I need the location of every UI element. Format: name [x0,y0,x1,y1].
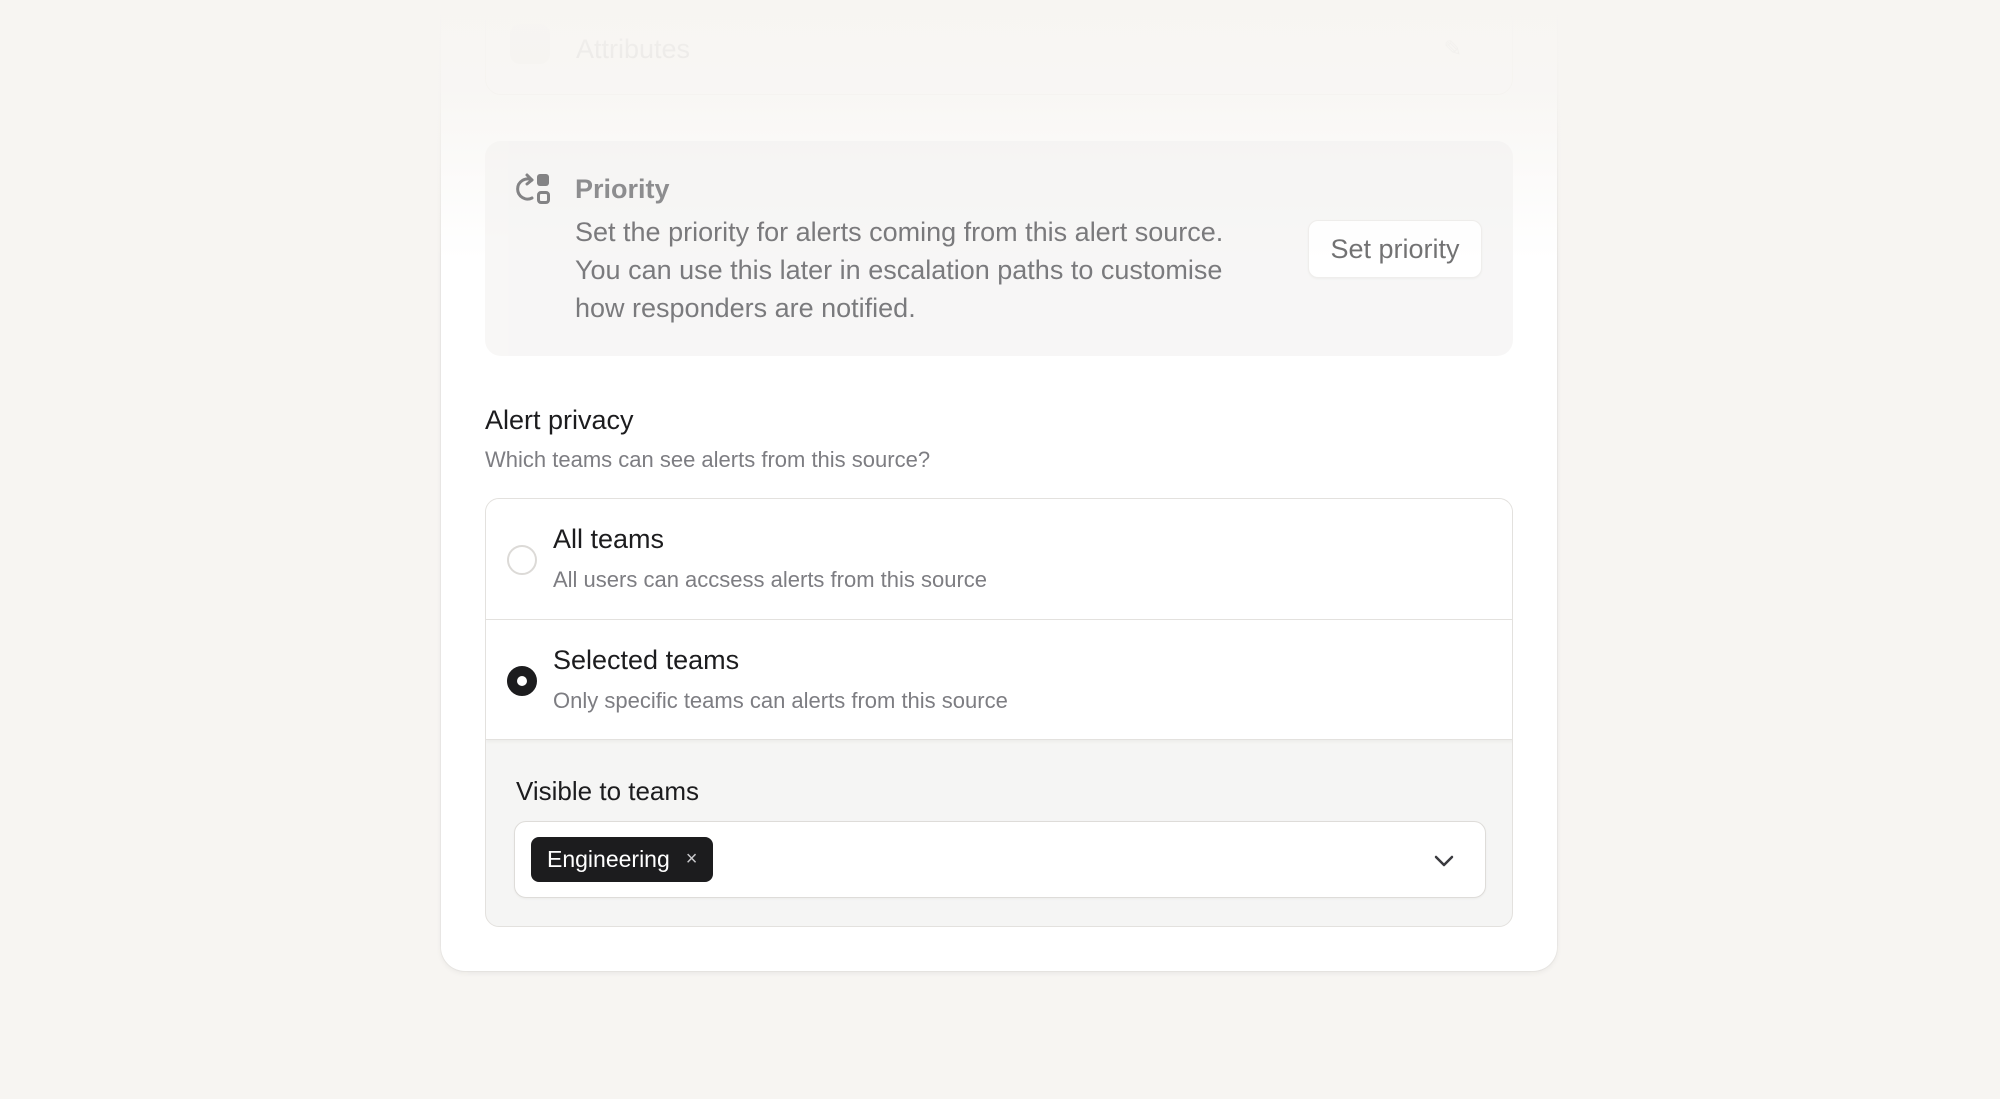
radio-all-teams[interactable] [507,545,537,575]
remove-chip-icon[interactable]: × [686,837,698,882]
pencil-icon[interactable]: ✎ [1444,36,1462,62]
alert-privacy-title: Alert privacy [485,405,634,435]
team-chip: Engineering × [531,837,714,882]
option-title: All teams [553,524,665,554]
attributes-icon [510,24,550,64]
option-description: Only specific teams can alerts from this… [553,688,1008,713]
priority-icon [516,173,550,204]
option-selected-teams[interactable]: Selected teams Only specific teams can a… [486,620,1512,740]
chevron-down-icon[interactable] [1433,850,1455,872]
priority-section: Priority Set the priority for alerts com… [485,141,1513,356]
option-description: All users can accsess alerts from this s… [553,567,988,592]
attributes-row[interactable]: Attributes ✎ [485,5,1513,95]
priority-description: Set the priority for alerts coming from … [575,217,1224,323]
set-priority-button[interactable]: Set priority [1308,220,1482,278]
option-all-teams[interactable]: All teams All users can accsess alerts f… [486,499,1512,620]
attributes-label: Attributes [576,34,691,64]
privacy-radio-group: All teams All users can accsess alerts f… [485,498,1513,927]
radio-selected-teams[interactable] [507,666,537,696]
option-title: Selected teams [553,645,740,675]
alert-privacy-subtitle: Which teams can see alerts from this sou… [485,447,931,472]
priority-title: Priority [575,174,670,204]
teams-multiselect[interactable]: Engineering × [514,821,1486,898]
team-chip-label: Engineering [547,846,670,872]
visible-to-teams-label: Visible to teams [516,776,700,806]
